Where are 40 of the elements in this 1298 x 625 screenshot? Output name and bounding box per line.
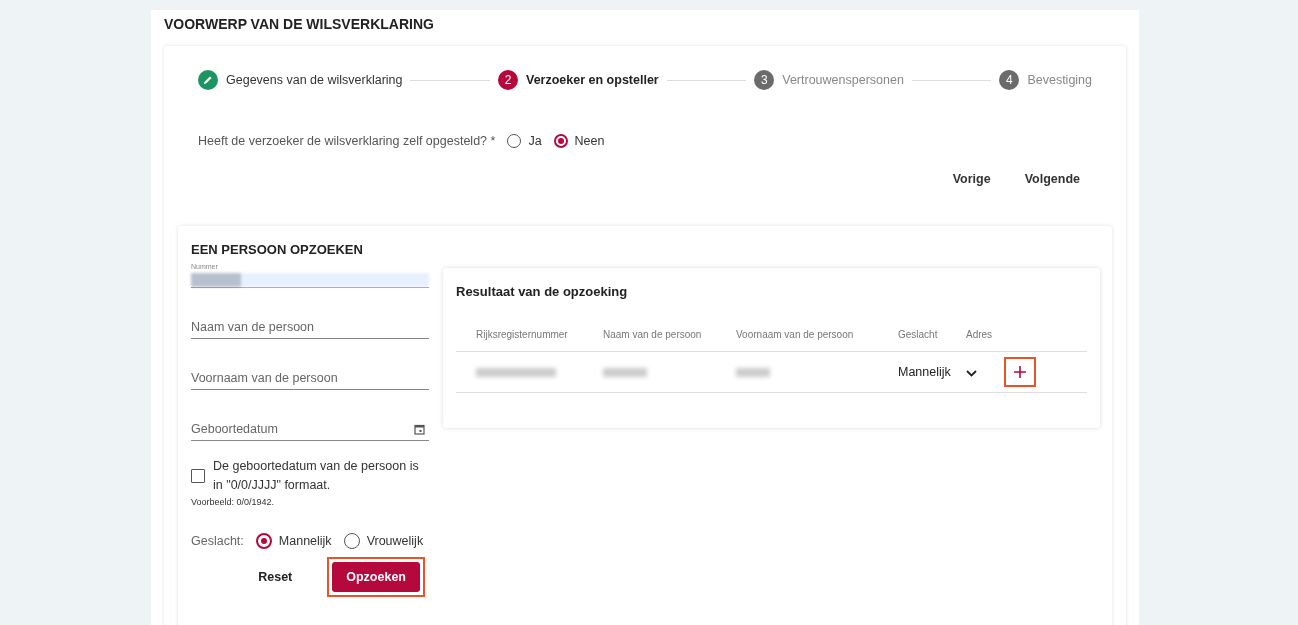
step-number: 3: [754, 70, 775, 90]
column-header: Adres: [966, 328, 994, 340]
plus-icon: [1013, 365, 1027, 379]
input-field[interactable]: Voornaam van de persoon: [191, 367, 429, 389]
date-field[interactable]: Geboortedatum: [191, 418, 414, 440]
radio-label[interactable]: Mannelijk: [278, 534, 332, 548]
panel-title: EEN PERSOON OPZOEKEN: [191, 242, 364, 257]
next-button[interactable]: Volgende: [1012, 166, 1092, 192]
results-title: Resultaat van de opzoeking: [456, 284, 629, 299]
checkbox[interactable]: [191, 469, 205, 483]
step-label[interactable]: Verzoeker en opsteller: [526, 73, 659, 87]
section-title: VOORWERP VAN DE WILSVERKLARING: [164, 15, 435, 34]
reset-button[interactable]: Reset: [244, 562, 307, 592]
search-button[interactable]: Opzoeken: [332, 562, 420, 592]
blurred-value: [736, 367, 770, 377]
gender-label: Geslacht:: [191, 534, 244, 548]
step-label[interactable]: Vertrouwenspersonen: [782, 73, 904, 87]
blurred-value: [603, 367, 647, 377]
column-header: Voornaam van de persoon: [736, 328, 855, 340]
column-header: Naam van de persoon: [603, 328, 703, 340]
radio-button[interactable]: [255, 533, 272, 549]
step-number: 2: [498, 70, 518, 90]
table-cell-text: Mannelijk: [898, 365, 952, 379]
radio-label[interactable]: Ja: [528, 134, 542, 148]
chevron-icon[interactable]: [966, 370, 977, 377]
checkbox-label[interactable]: De geboortedatum van de persoon is in "0/0/JJJJ" formaat.: [213, 457, 429, 495]
calendar-icon[interactable]: [414, 423, 425, 435]
step-number: 4: [999, 70, 1020, 90]
previous-button[interactable]: Vorige: [940, 166, 1003, 192]
question-label: Heeft de verzoeker de wilsverklaring zelf opgesteld? *: [198, 134, 496, 148]
column-header: Geslacht: [898, 328, 939, 340]
input-field[interactable]: Naam van de persoon: [191, 316, 429, 338]
column-header: Rijksregisternummer: [475, 328, 569, 340]
step-label[interactable]: Bevestiging: [1027, 73, 1092, 87]
radio-label[interactable]: Vrouwelijk: [366, 534, 424, 548]
step-label[interactable]: Gegevens van de wilsverklaring: [226, 73, 403, 87]
example-hint: Voorbeeld: 0/0/1942.: [191, 497, 276, 507]
add-button[interactable]: [1006, 359, 1034, 385]
radio-button[interactable]: [553, 134, 568, 148]
radio-label[interactable]: Neen: [574, 134, 605, 148]
